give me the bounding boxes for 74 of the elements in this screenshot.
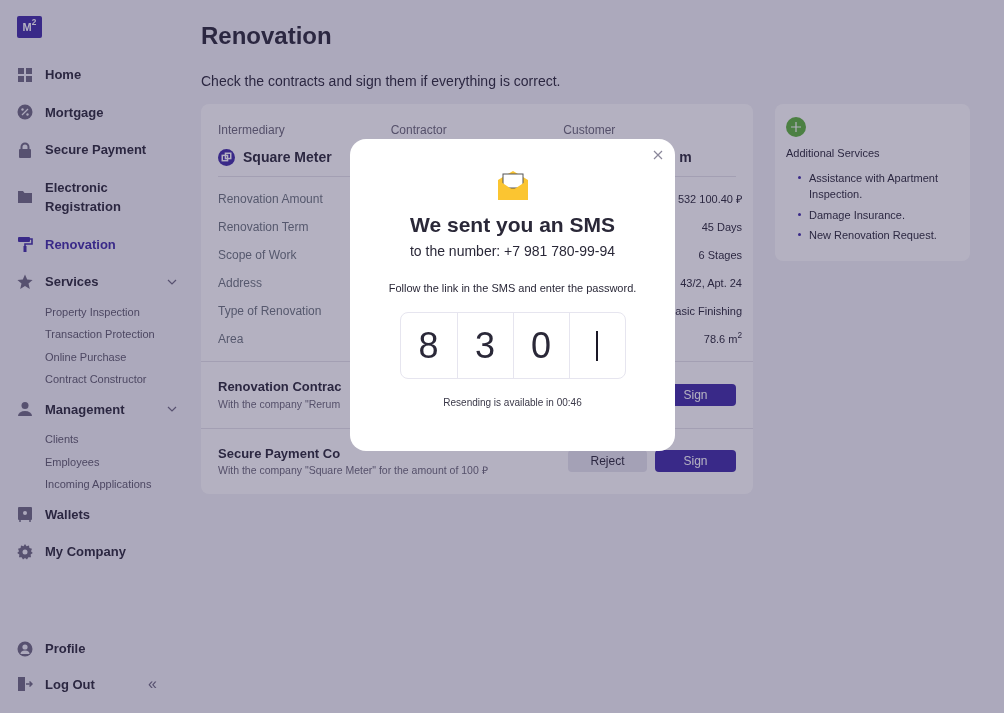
nav-subitem[interactable]: Employees <box>17 450 190 473</box>
bullet-icon <box>798 212 801 216</box>
grid-icon <box>17 66 33 83</box>
page-title: Renovation <box>201 22 333 51</box>
code-digit: 8 <box>417 323 440 368</box>
services-title: Additional Services <box>786 146 881 162</box>
service-item: Damage Insurance. <box>809 207 905 223</box>
sign-button[interactable]: Sign <box>655 450 736 473</box>
detail-label: Address <box>218 274 263 292</box>
code-digit: 3 <box>456 313 513 378</box>
contract-title: Secure Payment Co <box>218 444 341 463</box>
nav-item[interactable]: Home <box>17 60 177 90</box>
lock-icon <box>17 141 33 158</box>
bullet-icon <box>798 233 801 237</box>
nav-item[interactable]: Services <box>17 267 177 297</box>
paint-roller-icon <box>17 236 33 253</box>
logout-icon <box>17 676 33 693</box>
nav-item[interactable]: Mortgage <box>17 97 177 127</box>
detail-value: 532 100.40 ₽ <box>677 191 742 207</box>
detail-value: asic Finishing <box>675 303 742 319</box>
logo: M$^{2}$ <box>17 16 42 38</box>
nav-subitem[interactable]: Incoming Applications <box>17 473 190 496</box>
person-icon <box>17 401 33 418</box>
nav-item[interactable]: Wallets <box>17 499 177 529</box>
dialog-title: We sent you an SMS <box>409 212 616 238</box>
detail-label: Type of Renovation <box>218 302 322 320</box>
bullet-icon <box>798 175 801 179</box>
percent-icon <box>17 104 33 121</box>
close-button[interactable] <box>653 150 663 160</box>
detail-label: Renovation Amount <box>218 190 323 208</box>
contract-subtitle: With the company "Square Meter" for the amount of 100 ₽ <box>218 463 488 479</box>
party-label: Intermediary <box>218 121 286 139</box>
party-name: Square Meter <box>243 147 332 167</box>
add-icon[interactable] <box>786 117 806 138</box>
reject-button[interactable]: Reject <box>568 450 647 473</box>
detail-value: 78.6 m$^{2}$ <box>703 330 742 347</box>
party-label: Contractor <box>390 121 448 139</box>
detail-value: 6 Stages <box>698 247 742 263</box>
instruction-text: Follow the link in the SMS and enter the password. <box>387 280 638 296</box>
text-cursor <box>596 330 598 361</box>
service-item: Assistance with Apartment Inspection. <box>809 170 939 203</box>
party-name: m <box>679 147 692 167</box>
nav-item[interactable]: Log Out <box>17 669 95 699</box>
profile-icon <box>17 640 33 657</box>
collapse-button[interactable]: « <box>148 672 157 697</box>
nav-subitem[interactable]: Clients <box>17 428 190 451</box>
nav-item[interactable]: Profile <box>17 634 86 664</box>
resend-timer: Resending is available in 00:46 <box>442 396 583 410</box>
nav-item[interactable]: Electronic Registration <box>17 172 177 222</box>
detail-label: Renovation Term <box>218 218 309 236</box>
detail-label: Area <box>218 330 244 348</box>
page-subtitle: Check the contracts and sign them if everything is correct. <box>201 71 562 91</box>
nav-item[interactable]: Secure Payment <box>17 135 177 165</box>
nav-item[interactable]: My Company <box>17 537 177 567</box>
nav-item[interactable]: Management <box>17 394 177 424</box>
settings-icon <box>17 543 33 560</box>
contract-subtitle: With the company "Rerum <box>218 396 341 412</box>
folder-icon <box>17 189 33 205</box>
code-field[interactable]: 8 3 0 <box>399 312 626 379</box>
star-icon <box>17 273 33 290</box>
code-digit: 0 <box>512 313 569 378</box>
detail-value: 43/2, Apt. 24 <box>680 275 742 291</box>
nav-subitem[interactable]: Online Purchase <box>17 345 190 368</box>
party-label: Customer <box>563 121 617 139</box>
wallet-icon <box>17 506 33 523</box>
service-item: New Renovation Request. <box>809 228 937 244</box>
detail-label: Scope of Work <box>218 246 297 264</box>
nav-item[interactable]: Renovation <box>17 229 177 259</box>
contract-title: Renovation Contrac <box>218 378 342 397</box>
nav-subitem[interactable]: Property Inspection <box>17 300 190 323</box>
nav-subitem[interactable]: Transaction Protection <box>17 323 190 346</box>
nav-subitem[interactable]: Contract Constructor <box>17 368 190 391</box>
phone-number: to the number: +7 981 780-99-94 <box>408 241 617 261</box>
detail-value: 45 Days <box>701 219 742 235</box>
